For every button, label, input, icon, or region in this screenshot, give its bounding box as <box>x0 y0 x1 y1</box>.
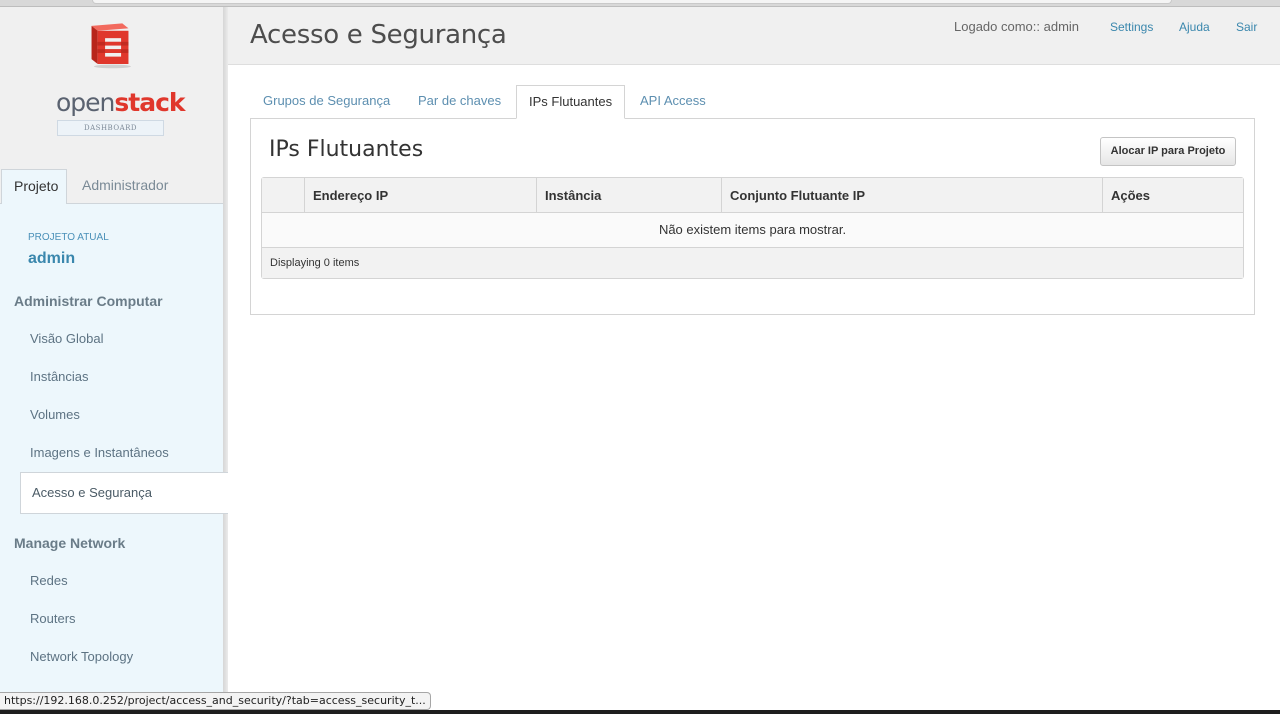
logged-in-user: Logado como:: admin <box>954 19 1080 34</box>
tab-floating-ips[interactable]: IPs Flutuantes <box>516 85 626 119</box>
nav-group-network: Manage Network <box>14 535 126 551</box>
nav-group-compute: Administrar Computar <box>14 293 163 309</box>
openstack-logo-icon[interactable] <box>54 16 166 96</box>
tab-key-pairs[interactable]: Par de chaves <box>418 85 501 119</box>
settings-link[interactable]: Settings <box>1110 20 1153 34</box>
column-header-pool[interactable]: Conjunto Flutuante IP <box>721 178 1102 213</box>
brand-wordmark[interactable]: openstack <box>56 88 186 117</box>
sidebar-tabs: Projeto Administrador <box>0 169 223 205</box>
logout-link[interactable]: Sair <box>1236 20 1257 34</box>
sidebar-item-instances[interactable]: Instâncias <box>30 369 89 384</box>
sidebar-item-networks[interactable]: Redes <box>30 573 68 588</box>
sidebar-item-network-topology[interactable]: Network Topology <box>30 649 133 664</box>
allocate-ip-button[interactable]: Alocar IP para Projeto <box>1100 137 1236 166</box>
column-header-instance[interactable]: Instância <box>536 178 721 213</box>
current-project-label: PROJETO ATUAL <box>28 232 109 243</box>
sidebar-item-routers[interactable]: Routers <box>30 611 76 626</box>
address-bar[interactable] <box>92 0 1172 4</box>
page-header: Acesso e Segurança Logado como:: admin S… <box>228 7 1280 65</box>
current-project-name[interactable]: admin <box>28 250 75 268</box>
browser-toolbar <box>0 0 1280 7</box>
table-header: Endereço IP Instância Conjunto Flutuante… <box>262 178 1243 213</box>
help-link[interactable]: Ajuda <box>1179 20 1210 34</box>
sidebar-item-volumes[interactable]: Volumes <box>30 407 80 422</box>
sidebar-divider <box>223 7 228 707</box>
sidebar-tab-projeto[interactable]: Projeto <box>1 169 67 205</box>
table-footer-count: Displaying 0 items <box>262 248 1243 278</box>
sidebar-item-images[interactable]: Imagens e Instantâneos <box>30 445 169 460</box>
tab-bar: Grupos de Segurança Par de chaves IPs Fl… <box>250 85 1255 119</box>
brand-open-text: open <box>56 88 115 117</box>
page-title: Acesso e Segurança <box>250 20 507 50</box>
tab-api-access[interactable]: API Access <box>640 85 706 119</box>
sidebar-tab-administrador[interactable]: Administrador <box>70 169 180 204</box>
column-header-ip-address[interactable]: Endereço IP <box>304 178 536 213</box>
sidebar-item-overview[interactable]: Visão Global <box>30 331 103 346</box>
floating-ips-table: Endereço IP Instância Conjunto Flutuante… <box>261 177 1244 279</box>
panel-title: IPs Flutuantes <box>269 137 424 162</box>
sidebar-item-access-security[interactable]: Acesso e Segurança <box>20 472 228 514</box>
status-bar-url: https://192.168.0.252/project/access_and… <box>0 692 431 710</box>
tab-security-groups[interactable]: Grupos de Segurança <box>263 85 390 119</box>
window-bottom-edge <box>0 710 1280 714</box>
table-empty-message: Não existem items para mostrar. <box>262 213 1243 248</box>
brand-stack-text: stack <box>114 88 185 117</box>
column-header-select[interactable] <box>262 178 304 213</box>
brand-badge: DASHBOARD <box>57 120 164 136</box>
column-header-actions: Ações <box>1102 178 1243 213</box>
